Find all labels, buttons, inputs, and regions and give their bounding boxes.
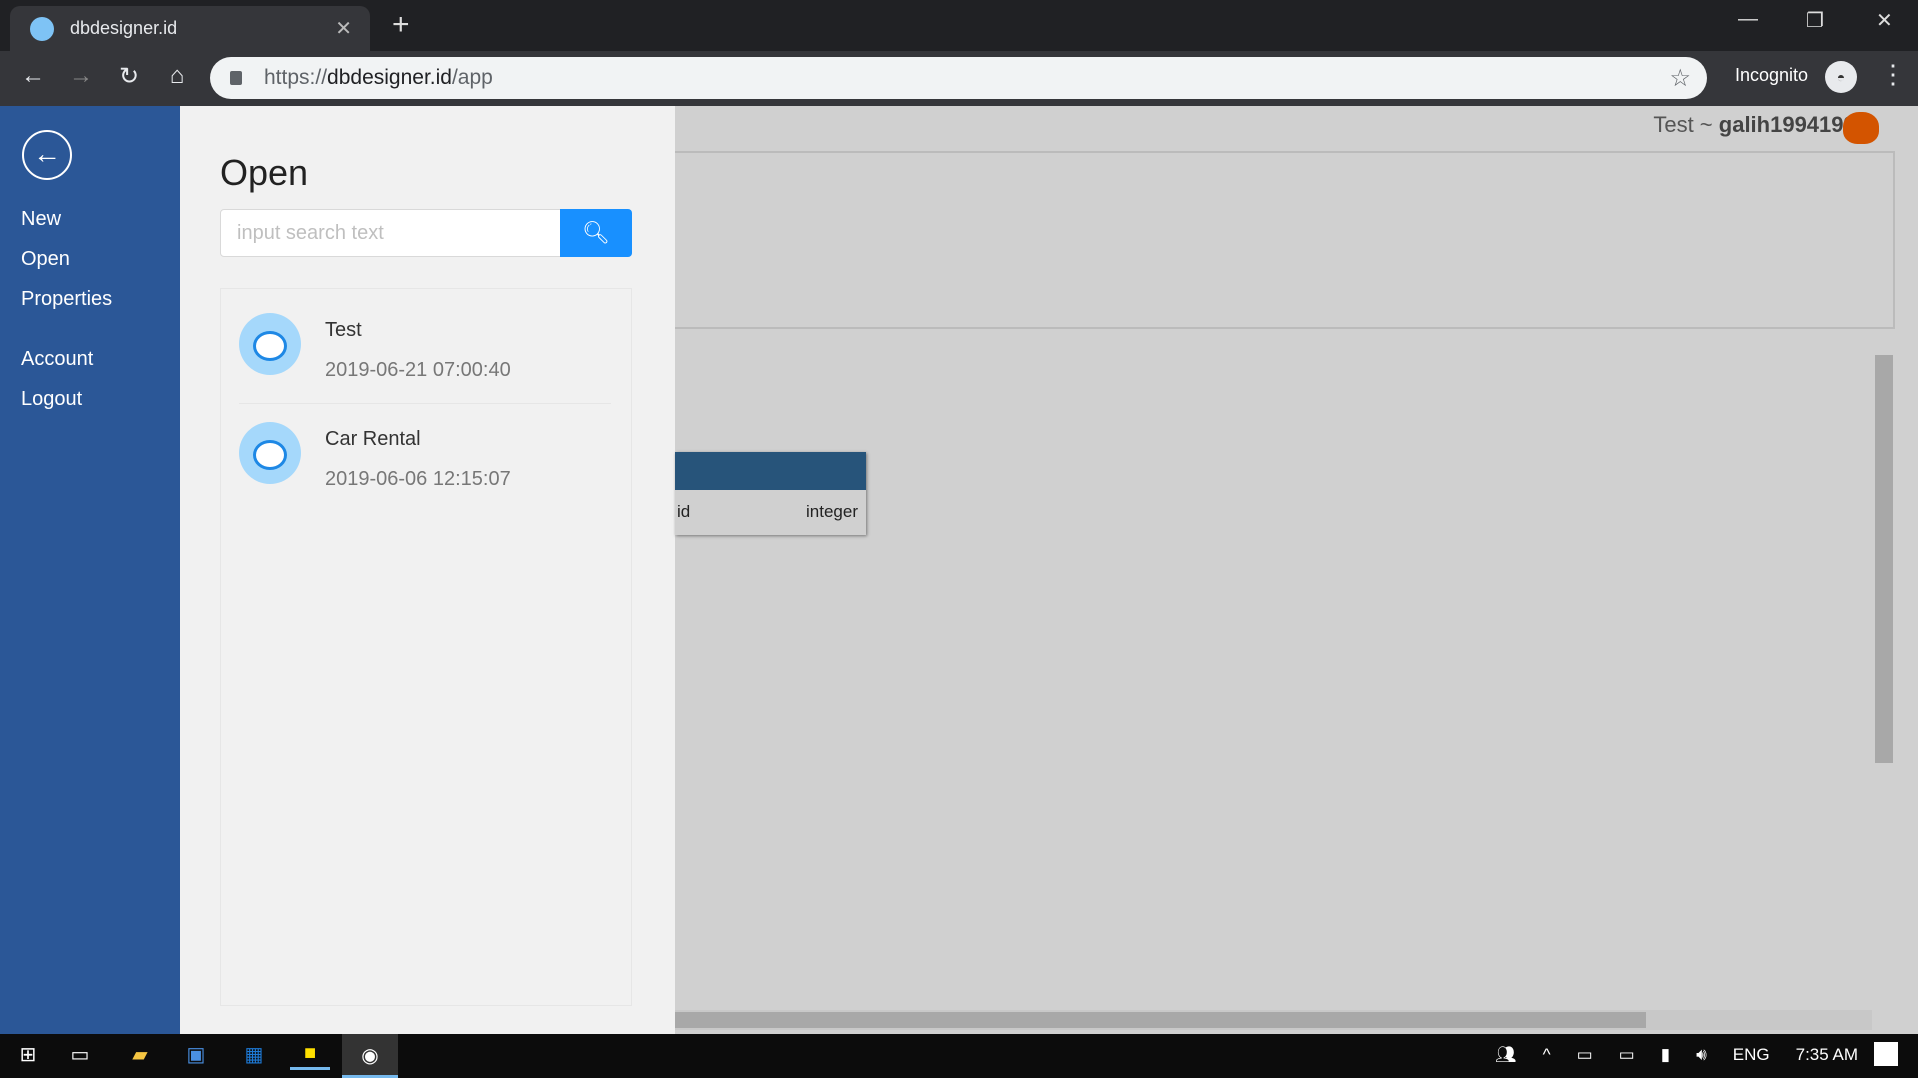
lock-icon bbox=[230, 71, 242, 85]
clock[interactable]: 7:35 AM bbox=[1796, 1045, 1858, 1065]
project-date: 2019-06-21 07:00:40 bbox=[325, 359, 511, 381]
tab-bar: dbdesigner.id ✕ + — ❐ ✕ bbox=[0, 0, 1918, 51]
github-cat-icon[interactable] bbox=[1843, 112, 1879, 144]
address-bar[interactable]: https://dbdesigner.id/app ☆ bbox=[210, 57, 1707, 99]
home-icon[interactable]: ⌂ bbox=[162, 62, 192, 90]
incognito-icon[interactable]: ◓ bbox=[1825, 61, 1857, 93]
sidebar-item-properties[interactable]: Properties bbox=[21, 288, 112, 311]
tab-title: dbdesigner.id bbox=[70, 18, 178, 38]
project-name: Car Rental bbox=[325, 428, 421, 450]
sidebar-item-open[interactable]: Open bbox=[21, 248, 70, 271]
volume-icon[interactable]: 🔊︎ bbox=[1696, 1045, 1707, 1065]
battery-icon[interactable]: ▭ bbox=[1619, 1045, 1635, 1065]
new-tab-button[interactable]: + bbox=[392, 8, 410, 42]
avatar bbox=[239, 422, 301, 484]
separator: ~ bbox=[1693, 112, 1719, 137]
sticky-notes-icon[interactable]: ■ bbox=[290, 1042, 330, 1070]
incognito-label: Incognito bbox=[1735, 65, 1809, 85]
app-window-icon[interactable]: ▦ bbox=[234, 1042, 274, 1070]
url-domain: dbdesigner.id bbox=[327, 66, 452, 89]
sidebar-item-new[interactable]: New bbox=[21, 208, 61, 231]
list-item[interactable]: Test 2019-06-21 07:00:40 bbox=[239, 289, 611, 397]
sidebar: ← New Open Properties Account Logout bbox=[0, 106, 180, 1034]
avatar bbox=[239, 313, 301, 375]
table-header[interactable] bbox=[675, 452, 866, 490]
people-icon[interactable]: 👥︎ bbox=[1495, 1045, 1517, 1065]
remote-desktop-icon[interactable]: ▣ bbox=[176, 1042, 216, 1070]
field-name: id bbox=[677, 502, 691, 521]
chrome-icon[interactable]: ◉ bbox=[342, 1034, 398, 1078]
search-input[interactable] bbox=[220, 209, 562, 257]
list-item[interactable]: Car Rental 2019-06-06 12:15:07 bbox=[239, 398, 611, 506]
table-card[interactable]: id integer bbox=[675, 452, 866, 535]
open-panel: Open 🔍︎ Test 2019-06-21 07:00:40 Car Ren… bbox=[180, 106, 675, 1034]
back-arrow-icon[interactable]: ← bbox=[22, 130, 72, 180]
minimize-icon[interactable]: — bbox=[1738, 8, 1758, 31]
system-tray: 👥︎ ^ ▭ ▭ ▮ 🔊︎ ENG 7:35 AM bbox=[1495, 1045, 1858, 1065]
display-icon[interactable]: ▮ bbox=[1661, 1045, 1670, 1065]
user-info: Test ~ galih19941994 bbox=[1653, 112, 1868, 138]
horizontal-scroll-thumb[interactable] bbox=[675, 1012, 1646, 1028]
project-date: 2019-06-06 12:15:07 bbox=[325, 468, 511, 490]
panel-title: Open bbox=[220, 152, 309, 193]
browser-toolbar: ← → ↻ ⌂ https://dbdesigner.id/app ☆ Inco… bbox=[0, 51, 1918, 106]
browser-tab[interactable]: dbdesigner.id ✕ bbox=[10, 6, 370, 51]
canvas-top-area bbox=[675, 151, 1895, 329]
favicon-icon bbox=[30, 16, 54, 41]
reload-icon[interactable]: ↻ bbox=[114, 62, 144, 91]
project-list: Test 2019-06-21 07:00:40 Car Rental 2019… bbox=[220, 288, 632, 1006]
browser-menu-icon[interactable]: ⋮ bbox=[1880, 59, 1906, 90]
url-path: /app bbox=[451, 66, 493, 89]
close-window-icon[interactable]: ✕ bbox=[1876, 8, 1893, 33]
sidebar-item-logout[interactable]: Logout bbox=[21, 388, 82, 411]
notification-icon[interactable] bbox=[1874, 1042, 1898, 1066]
language-indicator[interactable]: ENG bbox=[1733, 1045, 1770, 1065]
windows-start-icon[interactable]: ⊞ bbox=[8, 1042, 48, 1070]
sidebar-item-account[interactable]: Account bbox=[21, 348, 93, 371]
field-type: integer bbox=[806, 502, 858, 521]
url-scheme: https:// bbox=[264, 66, 328, 89]
bookmark-star-icon[interactable]: ☆ bbox=[1669, 64, 1691, 93]
project-title: Test bbox=[1653, 112, 1694, 137]
restore-icon[interactable]: ❐ bbox=[1806, 8, 1824, 33]
network-icon[interactable]: ▭ bbox=[1577, 1045, 1593, 1065]
taskbar: ⊞ ▭ ▰ ▣ ▦ ■ ◉ 👥︎ ^ ▭ ▭ ▮ 🔊︎ ENG 7:35 AM bbox=[0, 1034, 1918, 1078]
search-button[interactable]: 🔍︎ bbox=[560, 209, 632, 257]
back-icon[interactable]: ← bbox=[18, 62, 48, 90]
task-view-icon[interactable]: ▭ bbox=[60, 1042, 100, 1070]
close-tab-icon[interactable]: ✕ bbox=[335, 16, 352, 41]
search-icon: 🔍︎ bbox=[582, 220, 610, 245]
file-explorer-icon[interactable]: ▰ bbox=[120, 1042, 160, 1070]
forward-icon[interactable]: → bbox=[66, 62, 96, 90]
project-name: Test bbox=[325, 319, 362, 341]
chevron-up-icon[interactable]: ^ bbox=[1543, 1045, 1551, 1065]
vertical-scroll-thumb[interactable] bbox=[1875, 355, 1893, 763]
